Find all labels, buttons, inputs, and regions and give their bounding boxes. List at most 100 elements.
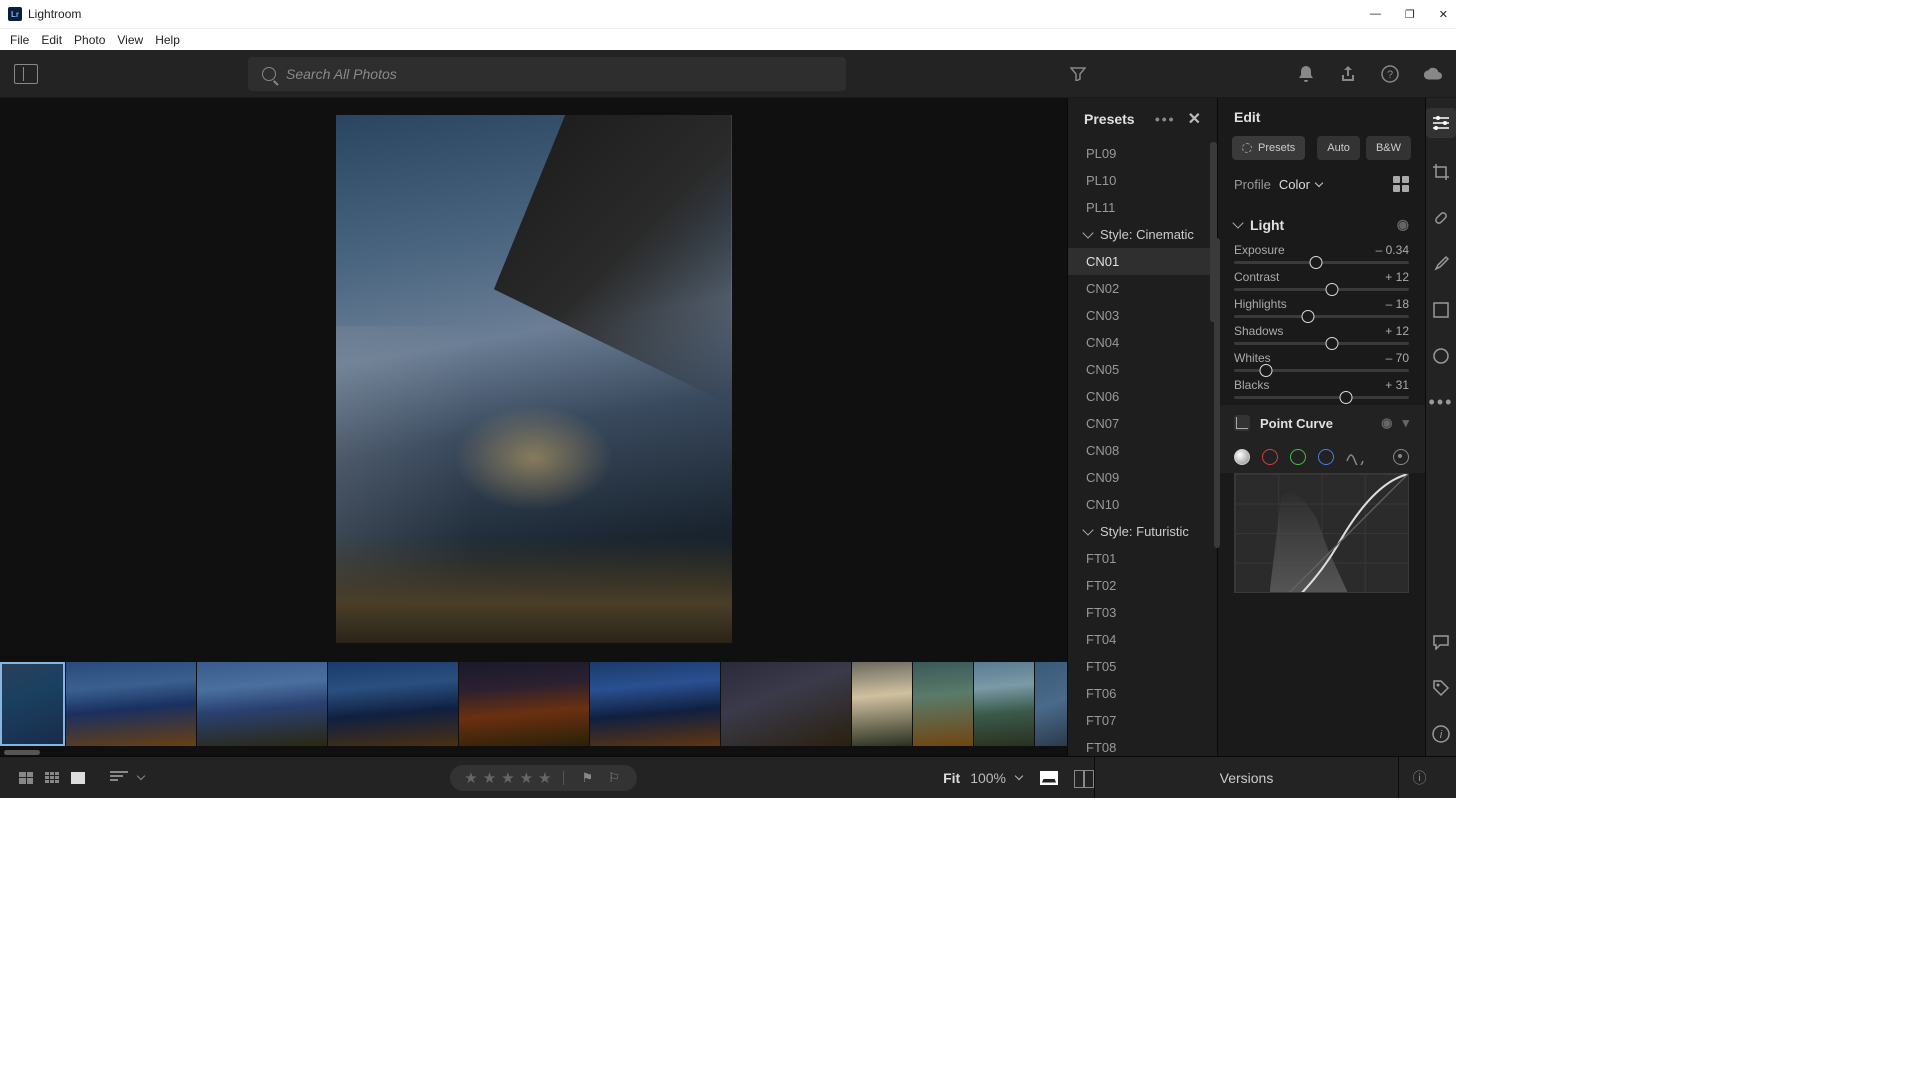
minimize-button[interactable]: — — [1370, 8, 1381, 21]
preset-item[interactable]: FT07 — [1068, 707, 1217, 734]
preset-item[interactable]: FT04 — [1068, 626, 1217, 653]
filter-button[interactable] — [1070, 67, 1086, 81]
grid-view-small-button[interactable] — [42, 770, 62, 786]
preset-item[interactable]: FT03 — [1068, 599, 1217, 626]
star-icon[interactable]: ★ — [483, 769, 499, 787]
preset-group-futuristic[interactable]: Style: Futuristic — [1068, 518, 1217, 545]
preset-item[interactable]: FT01 — [1068, 545, 1217, 572]
blacks-slider[interactable]: Blacks+ 31 — [1218, 378, 1425, 405]
sidebar-toggle-button[interactable] — [14, 64, 38, 84]
shadows-slider[interactable]: Shadows+ 12 — [1218, 324, 1425, 351]
thumbnail[interactable] — [1035, 662, 1067, 746]
flag-pick-icon[interactable]: ⚑ — [582, 770, 597, 786]
highlights-slider[interactable]: Highlights– 18 — [1218, 297, 1425, 324]
curve-channel-green[interactable] — [1290, 449, 1306, 465]
preset-item[interactable]: CN09 — [1068, 464, 1217, 491]
preset-item[interactable]: CN02 — [1068, 275, 1217, 302]
cloud-sync-icon[interactable] — [1422, 64, 1442, 84]
preset-item[interactable]: CN10 — [1068, 491, 1217, 518]
zoom-value[interactable]: 100% — [970, 770, 1006, 786]
keywords-icon[interactable] — [1429, 676, 1453, 700]
maximize-button[interactable]: ❐ — [1405, 8, 1415, 21]
whites-slider[interactable]: Whites– 70 — [1218, 351, 1425, 378]
thumbnail[interactable] — [197, 662, 327, 746]
light-section-header[interactable]: Light ◉ — [1218, 206, 1425, 243]
more-tools-icon[interactable]: ••• — [1429, 390, 1453, 414]
menu-view[interactable]: View — [111, 33, 149, 47]
linear-gradient-tool-icon[interactable] — [1429, 298, 1453, 322]
preset-item[interactable]: FT02 — [1068, 572, 1217, 599]
thumbnail[interactable] — [590, 662, 720, 746]
menu-help[interactable]: Help — [149, 33, 186, 47]
thumbnail[interactable] — [328, 662, 458, 746]
profile-browser-button[interactable] — [1393, 176, 1409, 192]
crop-tool-icon[interactable] — [1429, 160, 1453, 184]
close-button[interactable]: ✕ — [1439, 8, 1448, 21]
filmstrip-scrollbar[interactable] — [4, 750, 40, 755]
edit-tool-icon[interactable] — [1426, 108, 1456, 138]
comments-icon[interactable] — [1429, 630, 1453, 654]
preset-item[interactable]: CN07 — [1068, 410, 1217, 437]
auto-button[interactable]: Auto — [1317, 136, 1360, 160]
thumbnail[interactable] — [0, 662, 65, 746]
star-icon[interactable]: ★ — [464, 769, 480, 787]
parametric-curve-icon[interactable] — [1346, 449, 1364, 465]
help-icon[interactable]: ? — [1380, 64, 1400, 84]
preset-item[interactable]: FT06 — [1068, 680, 1217, 707]
exposure-slider[interactable]: Exposure– 0.34 — [1218, 243, 1425, 270]
radial-gradient-tool-icon[interactable] — [1429, 344, 1453, 368]
visibility-toggle-icon[interactable]: ◉ — [1397, 216, 1409, 233]
grid-view-large-button[interactable] — [16, 770, 36, 786]
info-icon[interactable]: i — [1429, 722, 1453, 746]
share-icon[interactable] — [1338, 64, 1358, 84]
thumbnail[interactable] — [913, 662, 973, 746]
filmstrip[interactable] — [0, 660, 1067, 748]
thumbnail[interactable] — [721, 662, 851, 746]
thumbnail[interactable] — [66, 662, 196, 746]
menu-edit[interactable]: Edit — [35, 33, 68, 47]
brush-tool-icon[interactable] — [1429, 252, 1453, 276]
presets-close-button[interactable]: ✕ — [1188, 109, 1201, 129]
presets-toggle-button[interactable]: Presets — [1232, 136, 1305, 160]
histogram-toggle-icon[interactable] — [1040, 771, 1058, 785]
fit-label[interactable]: Fit — [943, 770, 960, 786]
preset-item[interactable]: PL11 — [1068, 194, 1217, 221]
profile-dropdown[interactable]: Color — [1279, 177, 1322, 192]
healing-tool-icon[interactable] — [1429, 206, 1453, 230]
contrast-slider[interactable]: Contrast+ 12 — [1218, 270, 1425, 297]
preset-item[interactable]: FT08 — [1068, 734, 1217, 756]
thumbnail[interactable] — [974, 662, 1034, 746]
menu-photo[interactable]: Photo — [68, 33, 111, 47]
curve-channel-blue[interactable] — [1318, 449, 1334, 465]
versions-button[interactable]: Versions — [1094, 757, 1398, 798]
targeted-adjustment-icon[interactable] — [1393, 449, 1409, 465]
notifications-icon[interactable] — [1296, 64, 1316, 84]
compare-view-icon[interactable] — [1074, 770, 1094, 786]
preset-item[interactable]: PL09 — [1068, 140, 1217, 167]
preset-item[interactable]: CN04 — [1068, 329, 1217, 356]
preset-item[interactable]: CN05 — [1068, 356, 1217, 383]
image-canvas[interactable] — [0, 98, 1067, 660]
preset-item[interactable]: PL10 — [1068, 167, 1217, 194]
point-curve-header[interactable]: Point Curve ◉ ▾ — [1218, 405, 1425, 441]
search-input[interactable]: Search All Photos — [248, 57, 846, 91]
thumbnail[interactable] — [459, 662, 589, 746]
preset-item[interactable]: FT05 — [1068, 653, 1217, 680]
curve-channel-luma[interactable] — [1234, 449, 1250, 465]
preset-list[interactable]: PL09 PL10 PL11 Style: Cinematic CN01 CN0… — [1068, 140, 1217, 756]
thumbnail[interactable] — [852, 662, 912, 746]
single-view-button[interactable] — [68, 770, 88, 786]
bw-button[interactable]: B&W — [1366, 136, 1411, 160]
curve-channel-red[interactable] — [1262, 449, 1278, 465]
preset-item[interactable]: CN01 — [1068, 248, 1217, 275]
star-icon[interactable]: ★ — [520, 769, 536, 787]
rating-stars[interactable]: ★★★★★ ⚑ ⚐ — [450, 765, 637, 791]
sort-button[interactable] — [110, 771, 128, 785]
preset-item[interactable]: CN08 — [1068, 437, 1217, 464]
edit-scrollbar[interactable] — [1214, 238, 1220, 548]
zoom-control[interactable]: Fit 100% — [943, 770, 1022, 786]
flag-reject-icon[interactable]: ⚐ — [608, 770, 623, 786]
preset-item[interactable]: CN03 — [1068, 302, 1217, 329]
star-icon[interactable]: ★ — [501, 769, 517, 787]
activity-icon[interactable]: ⓘ — [1398, 757, 1440, 798]
